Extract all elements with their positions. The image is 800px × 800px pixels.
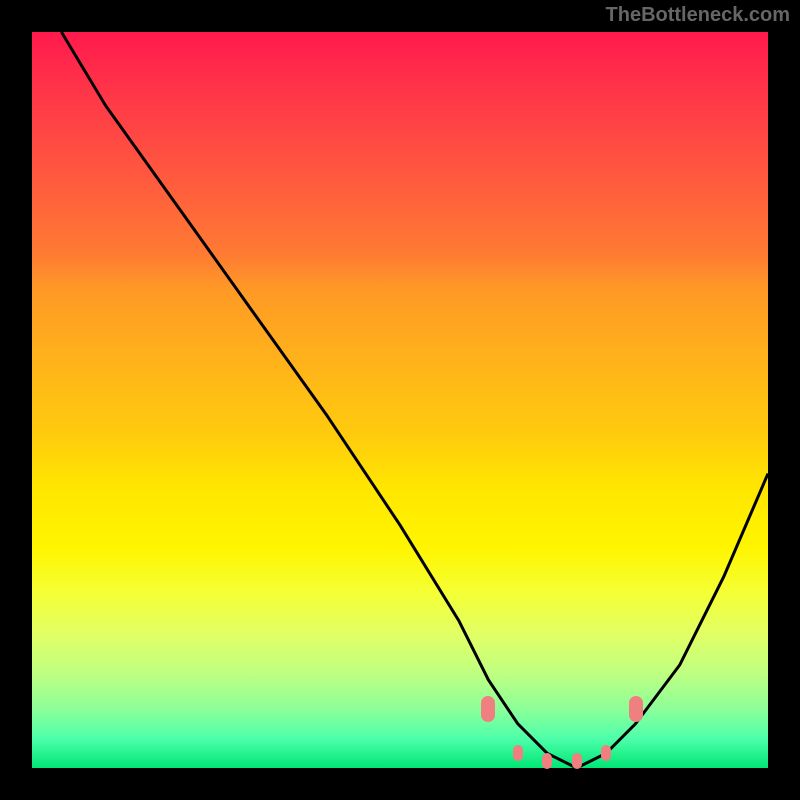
chart-marker xyxy=(601,745,611,761)
attribution-text: TheBottleneck.com xyxy=(606,4,790,27)
chart-marker xyxy=(572,753,582,769)
chart-marker xyxy=(542,753,552,769)
chart-marker xyxy=(513,745,523,761)
chart-marker xyxy=(629,696,643,722)
chart-plot-area xyxy=(32,32,768,768)
chart-markers xyxy=(32,32,768,768)
chart-marker xyxy=(481,696,495,722)
